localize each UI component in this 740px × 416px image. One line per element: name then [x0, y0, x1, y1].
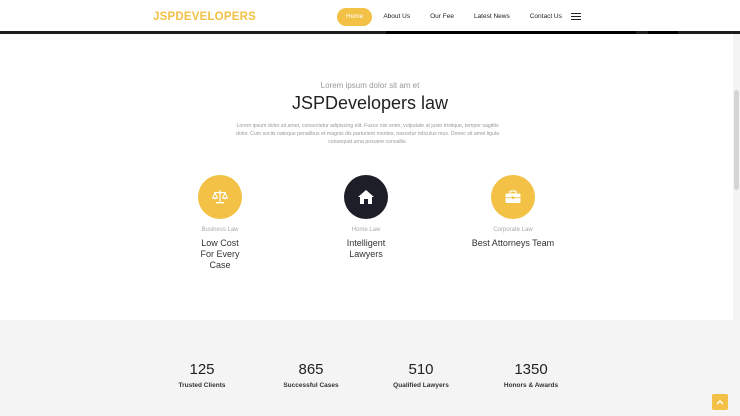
stat-value: 865	[298, 361, 324, 378]
stat-label: Qualified Lawyers	[393, 382, 449, 389]
feature-business-law: Business Law Low Cost For Every Case	[160, 175, 280, 271]
stat-label: Successful Cases	[283, 382, 339, 389]
intro-text: Lorem ipsum dolor sit amet, consectetur …	[236, 123, 499, 145]
feature-label: Corporate Law	[493, 227, 533, 233]
page-title: JSPDevelopers law	[291, 93, 449, 113]
nav-about-us[interactable]: About Us	[374, 8, 419, 26]
stat-label: Trusted Clients	[178, 382, 226, 389]
stat-value: 510	[408, 361, 434, 378]
feature-title[interactable]: Intelligent Lawyers	[336, 238, 396, 260]
header-divider	[0, 31, 740, 34]
top-navbar: JSPDEVELOPERS Home About Us Our Fee Late…	[0, 0, 740, 34]
briefcase-icon[interactable]	[491, 175, 535, 219]
feature-label: Business Law	[201, 227, 239, 233]
nav-latest-news[interactable]: Latest News	[465, 8, 519, 26]
stat-value: 125	[189, 361, 215, 378]
stat-qualified-lawyers: 510 Qualified Lawyers	[371, 361, 471, 389]
hamburger-icon[interactable]	[571, 13, 581, 20]
stat-value: 1350	[514, 361, 548, 378]
stat-successful-cases: 865 Successful Cases	[261, 361, 361, 389]
nav-our-fee[interactable]: Our Fee	[421, 8, 463, 26]
feature-home-law: Home Law Intelligent Lawyers	[306, 175, 426, 260]
feature-title[interactable]: Low Cost For Every Case	[195, 238, 245, 271]
nav-contact-us[interactable]: Contact Us	[521, 8, 571, 26]
stat-honors-awards: 1350 Honors & Awards	[481, 361, 581, 389]
nav-home[interactable]: Home	[337, 8, 373, 26]
main-nav: Home About Us Our Fee Latest News Contac…	[337, 8, 571, 26]
stat-trusted-clients: 125 Trusted Clients	[152, 361, 252, 389]
feature-title[interactable]: Best Attorneys Team	[453, 238, 573, 249]
feature-label: Home Law	[351, 227, 381, 233]
scale-icon[interactable]	[198, 175, 242, 219]
stats-section: 125 Trusted Clients 865 Successful Cases…	[0, 320, 740, 416]
feature-corporate-law: Corporate Law Best Attorneys Team	[453, 175, 573, 249]
scroll-to-top-button[interactable]	[712, 394, 728, 410]
logo[interactable]: JSPDEVELOPERS	[153, 11, 256, 23]
stat-label: Honors & Awards	[503, 382, 559, 389]
intro-subtitle: Lorem ipsum dolor sit am et	[320, 81, 420, 90]
home-icon[interactable]	[344, 175, 388, 219]
chevron-up-icon	[716, 400, 724, 405]
